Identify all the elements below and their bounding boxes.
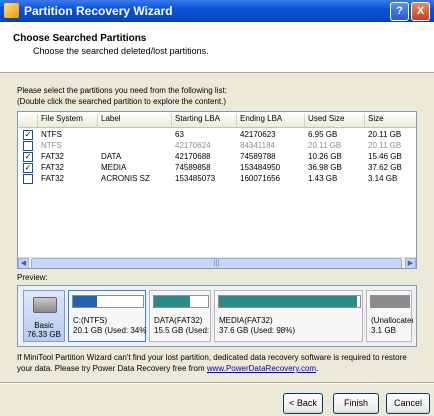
recovery-note: If MiniTool Partition Wizard can't find … [17,352,422,374]
scroll-right-arrow-icon[interactable]: ▶ [405,258,416,268]
cell-size: 20.11 GB [368,141,402,150]
footer-separator [0,382,434,384]
usage-bar [370,295,410,308]
power-data-recovery-link[interactable]: www.PowerDataRecovery.com [207,364,316,373]
partition-block-unallocated[interactable]: (Unallocated) 3.1 GB [366,290,413,342]
cell-starting-lba: 153485073 [175,174,216,183]
row-checkbox[interactable]: ✓ [23,130,33,140]
row-checkbox[interactable] [23,174,33,184]
page-subtitle: Choose the searched deleted/lost partiti… [33,46,209,56]
partition-detail: 37.6 GB (Used: 98%) [219,326,296,335]
table-row[interactable]: ✓ NTFS 63 42170623 6.95 GB 20.11 GB [18,130,416,140]
cell-file-system: NTFS [41,141,62,150]
cell-used-size: 36.98 GB [308,163,342,172]
finish-button[interactable]: Finish [333,393,379,414]
usage-fill [73,296,97,307]
cell-size: 15.46 GB [368,152,402,161]
page-title: Choose Searched Partitions [13,33,147,44]
partition-block-c[interactable]: C:(NTFS) 20.1 GB (Used: 34%) [68,290,147,342]
cell-used-size: 6.95 GB [308,130,338,139]
hard-disk-icon [33,297,57,313]
cell-size: 20.11 GB [368,130,402,139]
cell-ending-lba: 160071656 [240,174,281,183]
usage-bar [72,295,144,308]
cell-starting-lba: 42170624 [175,141,211,150]
cell-label: ACRONIS SZ [101,174,150,183]
usage-bar [218,295,361,308]
cell-used-size: 1.43 GB [308,174,338,183]
horizontal-scrollbar[interactable]: ◀ ||| ▶ [18,257,416,268]
help-button[interactable]: ? [390,2,409,21]
column-header-used-size[interactable]: Used Size [304,114,366,127]
instruction-line-1: Please select the partitions you need fr… [17,86,227,95]
cell-used-size: 20.11 GB [308,141,342,150]
scrollbar-thumb[interactable]: ||| [31,258,402,268]
cell-size: 37.62 GB [368,163,402,172]
disk-size: 76.33 GB [27,330,61,339]
cell-used-size: 10.26 GB [308,152,342,161]
usage-bar [153,295,209,308]
column-header-check[interactable] [18,114,39,127]
cell-ending-lba: 42170623 [240,130,276,139]
instruction-line-2: (Double click the searched partition to … [17,97,227,106]
row-checkbox[interactable]: ✓ [23,163,33,173]
cell-file-system: NTFS [41,130,62,139]
cell-file-system: FAT32 [41,163,64,172]
table-row[interactable]: ✓ FAT32 MEDIA 74589858 153484950 36.98 G… [18,163,416,173]
partition-detail: 15.5 GB (Used: [154,326,210,335]
cell-size: 3.14 GB [368,174,398,183]
cell-file-system: FAT32 [41,174,64,183]
table-header: File System Label Starting LBA Ending LB… [18,112,416,128]
partition-name: (Unallocated) [371,316,413,325]
cell-file-system: FAT32 [41,152,64,161]
disk-tile[interactable]: Basic 76.33 GB [23,290,65,342]
disk-type: Basic [34,321,54,330]
cell-label: MEDIA [101,163,127,172]
cell-ending-lba: 84341184 [240,141,275,150]
window-title: Partition Recovery Wizard [24,4,173,18]
back-button[interactable]: < Back [283,393,323,414]
partition-block-data[interactable]: DATA(FAT32) 15.5 GB (Used: [149,290,211,342]
partition-detail: 3.1 GB [371,326,396,335]
cell-ending-lba: 153484950 [240,163,281,172]
disk-map-preview: Basic 76.33 GB C:(NTFS) 20.1 GB (Used: 3… [17,285,417,347]
cell-ending-lba: 74589788 [240,152,276,161]
cell-starting-lba: 42170688 [175,152,211,161]
table-row[interactable]: NTFS 42170624 84341184 20.11 GB 20.11 GB [18,141,416,151]
row-checkbox[interactable]: ✓ [23,152,33,162]
cell-label: DATA [101,152,122,161]
usage-fill [154,296,190,307]
cell-starting-lba: 74589858 [175,163,211,172]
partition-name: C:(NTFS) [73,316,108,325]
title-bar: Partition Recovery Wizard ? X [0,0,434,22]
app-icon [4,3,19,18]
column-header-starting-lba[interactable]: Starting LBA [171,114,237,127]
column-header-ending-lba[interactable]: Ending LBA [236,114,306,127]
usage-fill [371,296,409,307]
row-checkbox[interactable] [23,141,33,151]
column-header-file-system[interactable]: File System [37,114,98,127]
note-end: . [316,364,319,373]
cancel-button[interactable]: Cancel [386,393,430,414]
column-header-size[interactable]: Size [364,114,416,127]
scroll-left-arrow-icon[interactable]: ◀ [18,258,29,268]
wizard-header: Choose Searched Partitions Choose the se… [0,22,434,73]
close-button[interactable]: X [411,2,430,21]
table-row[interactable]: FAT32 ACRONIS SZ 153485073 160071656 1.4… [18,174,416,184]
partition-list[interactable]: File System Label Starting LBA Ending LB… [17,111,417,269]
cell-starting-lba: 63 [175,130,184,139]
partition-name: DATA(FAT32) [154,316,203,325]
partition-detail: 20.1 GB (Used: 34%) [73,326,147,335]
partition-block-media[interactable]: MEDIA(FAT32) 37.6 GB (Used: 98%) [214,290,363,342]
partition-name: MEDIA(FAT32) [219,316,273,325]
table-row[interactable]: ✓ FAT32 DATA 42170688 74589788 10.26 GB … [18,152,416,162]
column-header-label[interactable]: Label [97,114,173,127]
preview-label: Preview: [17,273,48,282]
usage-fill [219,296,358,307]
